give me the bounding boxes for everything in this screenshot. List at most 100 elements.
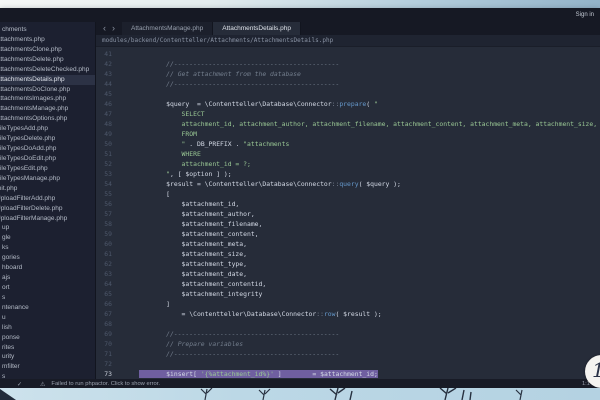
- sidebar-item-selected[interactable]: AttachmentsDetails.php: [0, 75, 95, 85]
- tab-attachmentsmanage[interactable]: AttachmentsManage.php: [122, 22, 213, 35]
- sidebar-item[interactable]: FileTypesDoAdd.php: [0, 144, 95, 154]
- code-line[interactable]: 65 $attachment_integrity: [96, 289, 600, 299]
- line-number: 56: [96, 199, 112, 209]
- tab-label: AttachmentsManage.php: [131, 25, 203, 32]
- file-sidebar[interactable]: chmentsAttachments.phpAttachmentsClone.p…: [0, 22, 96, 379]
- code-line[interactable]: 53 ", [ $option ] );: [96, 169, 600, 179]
- line-number: 43: [96, 69, 112, 79]
- sidebar-item[interactable]: hboard: [0, 263, 95, 273]
- sidebar-item[interactable]: rites: [0, 343, 95, 353]
- sign-in-link[interactable]: Sign in: [576, 12, 594, 18]
- code-line[interactable]: 46 $query = \Contentteller\Database\Conn…: [96, 99, 600, 109]
- sidebar-item[interactable]: ponse: [0, 333, 95, 343]
- sidebar-item[interactable]: FileTypesManage.php: [0, 174, 95, 184]
- sidebar-item[interactable]: gle: [0, 233, 95, 243]
- code-line[interactable]: 44 //-----------------------------------…: [96, 79, 600, 89]
- back-icon[interactable]: ‹: [103, 23, 106, 34]
- code-line[interactable]: 70 // Prepare variables: [96, 339, 600, 349]
- code-text: //--------------------------------------…: [120, 80, 339, 88]
- sidebar-item[interactable]: urity: [0, 352, 95, 362]
- sidebar-item[interactable]: UploadFilterDelete.php: [0, 204, 95, 214]
- sidebar-item[interactable]: mfilter: [0, 362, 95, 372]
- line-number: 60: [96, 239, 112, 249]
- code-text: ( $query );: [359, 180, 401, 188]
- code-line[interactable]: 62 $attachment_type,: [96, 259, 600, 269]
- code-line[interactable]: 73 $insert[ '{%attachment_id%}' ] = $att…: [96, 369, 600, 379]
- code-editor[interactable]: 4142 //---------------------------------…: [96, 47, 600, 379]
- code-line[interactable]: 59 $attachment_content,: [96, 229, 600, 239]
- sidebar-item[interactable]: s: [0, 293, 95, 303]
- code-line[interactable]: 41: [96, 49, 600, 59]
- sidebar-item[interactable]: AttachmentsDoClone.php: [0, 85, 95, 95]
- sidebar-item[interactable]: ks: [0, 243, 95, 253]
- code-line[interactable]: 61 $attachment_size,: [96, 249, 600, 259]
- sidebar-item[interactable]: AttachmentsImages.php: [0, 94, 95, 104]
- code-line[interactable]: 56 $attachment_id,: [96, 199, 600, 209]
- code-line[interactable]: 67 = \Contentteller\Database\Connector::…: [96, 309, 600, 319]
- code-text: attachment_id = ?;: [120, 160, 251, 168]
- code-text: //--------------------------------------…: [120, 330, 339, 338]
- code-line[interactable]: 42 //-----------------------------------…: [96, 59, 600, 69]
- sidebar-item[interactable]: up: [0, 223, 95, 233]
- code-line[interactable]: 68: [96, 319, 600, 329]
- forward-icon[interactable]: ›: [112, 23, 115, 34]
- code-line[interactable]: 69 //-----------------------------------…: [96, 329, 600, 339]
- sidebar-item[interactable]: UploadFilterAdd.php: [0, 194, 95, 204]
- sidebar-item[interactable]: FileTypesDelete.php: [0, 134, 95, 144]
- tab-attachmentsdetails[interactable]: AttachmentsDetails.php: [213, 22, 301, 35]
- code-line[interactable]: 60 $attachment_meta,: [96, 239, 600, 249]
- line-number: 71: [96, 349, 112, 359]
- wallpaper-branches: [0, 388, 600, 400]
- code-line[interactable]: 57 $attachment_author,: [96, 209, 600, 219]
- code-line[interactable]: 48 attachment_id, attachment_author, att…: [96, 119, 600, 129]
- code-line[interactable]: 49 FROM: [96, 129, 600, 139]
- history-nav: ‹ ›: [96, 22, 122, 35]
- sidebar-item[interactable]: AttachmentsDelete.php: [0, 55, 95, 65]
- line-number: 52: [96, 159, 112, 169]
- status-error-message[interactable]: Failed to run phpactor. Click to show er…: [51, 381, 160, 387]
- code-line[interactable]: 66 ]: [96, 299, 600, 309]
- code-line[interactable]: 71 //-----------------------------------…: [96, 349, 600, 359]
- selected-code-text: '{%attachment_id%}': [201, 370, 274, 378]
- sidebar-item[interactable]: u: [0, 313, 95, 323]
- sidebar-item[interactable]: UploadFilterManage.php: [0, 214, 95, 224]
- code-line[interactable]: 58 $attachment_filename,: [96, 219, 600, 229]
- code-line[interactable]: 43 // Get attachment from the database: [96, 69, 600, 79]
- code-line[interactable]: 51 WHERE: [96, 149, 600, 159]
- sidebar-item[interactable]: ntenance: [0, 303, 95, 313]
- sidebar-item[interactable]: chments: [0, 25, 95, 35]
- sidebar-item[interactable]: Init.php: [0, 184, 95, 194]
- code-line[interactable]: 45: [96, 89, 600, 99]
- code-text: ( $result );: [335, 310, 381, 318]
- sidebar-item[interactable]: gories: [0, 253, 95, 263]
- sidebar-item[interactable]: AttachmentsManage.php: [0, 104, 95, 114]
- line-number: 53: [96, 169, 112, 179]
- code-line[interactable]: 52 attachment_id = ?;: [96, 159, 600, 169]
- code-text: //--------------------------------------…: [120, 60, 339, 68]
- code-line[interactable]: 72: [96, 359, 600, 369]
- code-line[interactable]: 64 $attachment_contentid,: [96, 279, 600, 289]
- code-line[interactable]: 63 $attachment_date,: [96, 269, 600, 279]
- code-line[interactable]: 54 $result = \Contentteller\Database\Con…: [96, 179, 600, 189]
- code-line[interactable]: 50 " . DB_PREFIX . "attachments: [96, 139, 600, 149]
- sidebar-item[interactable]: FileTypesEdit.php: [0, 164, 95, 174]
- code-line[interactable]: 47 SELECT: [96, 109, 600, 119]
- sidebar-item[interactable]: AttachmentsOptions.php: [0, 114, 95, 124]
- sidebar-item[interactable]: ajs: [0, 273, 95, 283]
- code-line[interactable]: 55 [: [96, 189, 600, 199]
- line-number: 63: [96, 269, 112, 279]
- sidebar-item[interactable]: s: [0, 372, 95, 379]
- sidebar-item[interactable]: ort: [0, 283, 95, 293]
- sidebar-item[interactable]: Attachments.php: [0, 35, 95, 45]
- code-text: // Get attachment from the database: [120, 70, 301, 78]
- sidebar-item[interactable]: AttachmentsDeleteChecked.php: [0, 65, 95, 75]
- sidebar-item[interactable]: FileTypesAdd.php: [0, 124, 95, 134]
- sidebar-item[interactable]: AttachmentsClone.php: [0, 45, 95, 55]
- sidebar-item[interactable]: lish: [0, 323, 95, 333]
- line-number: 68: [96, 319, 112, 329]
- sidebar-file-list: chmentsAttachments.phpAttachmentsClone.p…: [0, 22, 95, 379]
- code-text: $query =: [120, 100, 205, 108]
- sidebar-item[interactable]: FileTypesDoEdit.php: [0, 154, 95, 164]
- editor-window: Sign in chmentsAttachments.phpAttachment…: [0, 8, 600, 389]
- code-text: $attachment_id,: [120, 200, 239, 208]
